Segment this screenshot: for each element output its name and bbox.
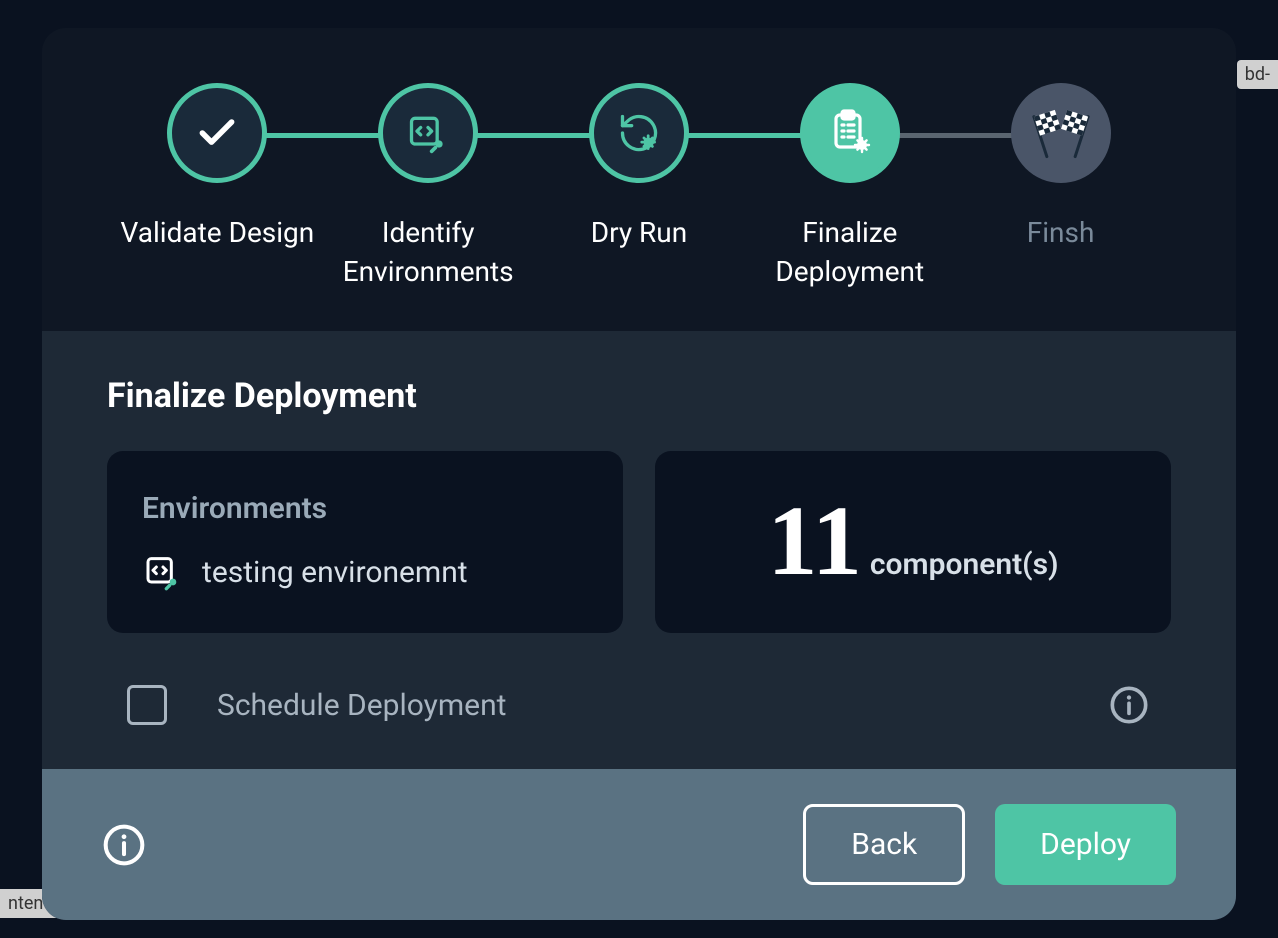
step-identify-environments[interactable]: Identify Environments (323, 83, 534, 291)
components-label: component(s) (870, 547, 1059, 582)
schedule-checkbox[interactable] (127, 685, 167, 725)
schedule-info-button[interactable] (1107, 683, 1151, 727)
checkmark-icon (195, 111, 239, 155)
content-title: Finalize Deployment (107, 376, 1171, 416)
deployment-wizard-modal: Validate Design Identify Envir (42, 28, 1236, 920)
step-circle (589, 83, 689, 183)
components-count: 11 (767, 491, 861, 591)
step-label: Finalize Deployment (750, 213, 950, 291)
clipboard-gear-icon (826, 109, 874, 157)
cards-row: Environments testing environemnt (107, 451, 1171, 633)
footer-buttons: Back Deploy (803, 804, 1176, 885)
footer-info-button[interactable] (102, 823, 146, 867)
schedule-label: Schedule Deployment (217, 688, 1057, 723)
environment-name: testing environemnt (202, 555, 468, 590)
stepper-section: Validate Design Identify Envir (42, 28, 1236, 331)
step-finish[interactable]: Finsh (955, 83, 1166, 252)
components-card: 11 component(s) (655, 451, 1171, 633)
step-circle (800, 83, 900, 183)
environment-item: testing environemnt (142, 551, 588, 593)
step-finalize-deployment[interactable]: Finalize Deployment (744, 83, 955, 291)
info-icon (1109, 685, 1149, 725)
step-circle (1011, 83, 1111, 183)
components-content: 11 component(s) (690, 491, 1136, 591)
environments-card-title: Environments (142, 491, 588, 526)
info-icon (102, 823, 146, 867)
step-circle (167, 83, 267, 183)
backdrop-right-tag: bd- (1237, 60, 1278, 89)
environments-card: Environments testing environemnt (107, 451, 623, 633)
back-button[interactable]: Back (803, 804, 965, 885)
environment-icon (142, 551, 184, 593)
step-dry-run[interactable]: Dry Run (534, 83, 745, 252)
schedule-row: Schedule Deployment (107, 683, 1171, 727)
step-label: Identify Environments (328, 213, 528, 291)
deploy-button[interactable]: Deploy (995, 804, 1176, 885)
footer-section: Back Deploy (42, 769, 1236, 920)
step-label: Dry Run (591, 213, 687, 252)
history-gear-icon (617, 111, 661, 155)
step-validate-design[interactable]: Validate Design (112, 83, 323, 252)
step-circle (378, 83, 478, 183)
footer-left (102, 823, 146, 867)
step-label: Finsh (1027, 213, 1095, 252)
step-label: Validate Design (121, 213, 315, 252)
stepper: Validate Design Identify Envir (112, 83, 1166, 291)
code-wrench-icon (406, 111, 450, 155)
checkered-flags-icon (1026, 105, 1096, 161)
content-section: Finalize Deployment Environments (42, 331, 1236, 769)
